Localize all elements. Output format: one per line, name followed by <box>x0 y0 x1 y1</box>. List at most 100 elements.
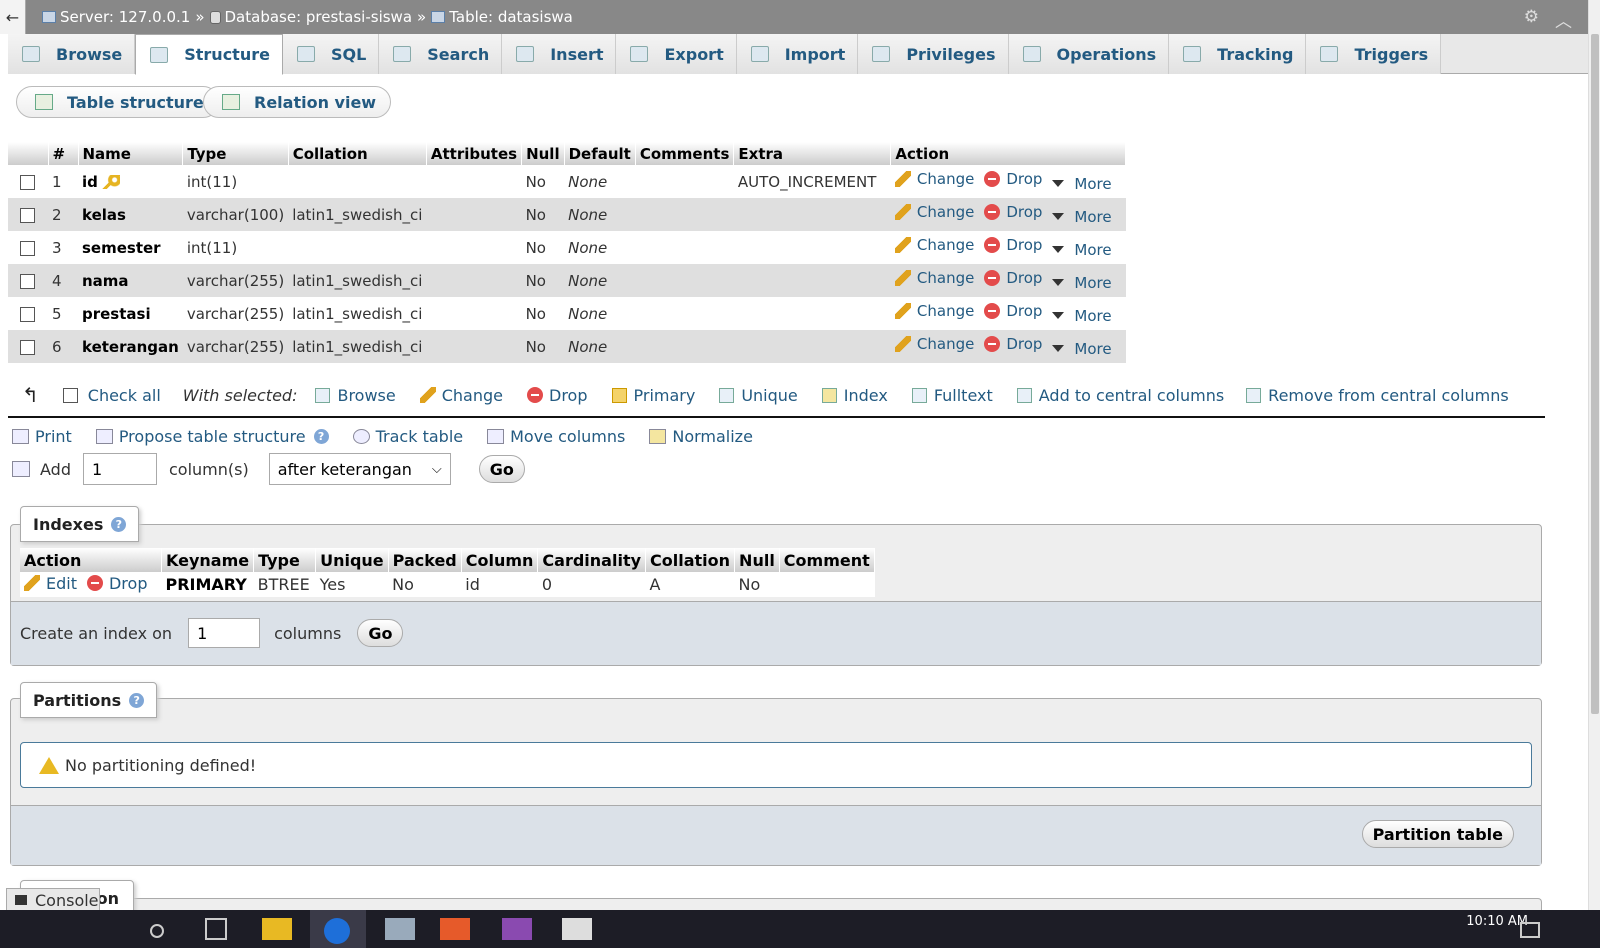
column-name[interactable]: nama <box>82 272 129 290</box>
taskbar-clock[interactable]: 10:10 AM <box>1466 914 1528 929</box>
index-drop-button[interactable]: Drop <box>86 574 147 593</box>
tab-sql[interactable]: SQL <box>282 34 380 74</box>
tab-operations[interactable]: Operations <box>1008 34 1170 74</box>
task-view-icon[interactable] <box>205 918 227 940</box>
propose-structure-link[interactable]: Propose table structure? <box>95 427 329 446</box>
ws-fulltext-button[interactable]: Fulltext <box>911 386 993 405</box>
move-columns-link[interactable]: Move columns <box>487 427 625 446</box>
help-icon[interactable]: ? <box>313 428 329 444</box>
more-dropdown[interactable]: More <box>1052 241 1112 259</box>
normalize-link[interactable]: Normalize <box>649 427 753 446</box>
tab-import[interactable]: Import <box>736 34 859 74</box>
ws-drop-button[interactable]: Drop <box>527 386 588 405</box>
action-label: Change <box>916 203 975 222</box>
add-column-go-button[interactable]: Go <box>478 455 525 483</box>
drop-button[interactable]: Drop <box>984 236 1042 254</box>
tab-structure[interactable]: Structure <box>135 34 283 75</box>
row-checkbox[interactable] <box>20 306 35 322</box>
help-icon[interactable]: ? <box>111 516 127 532</box>
add-column-count-input[interactable]: 1 <box>82 453 157 485</box>
gear-icon[interactable]: ⚙ <box>1524 7 1539 32</box>
ws-label: Primary <box>633 385 696 405</box>
breadcrumb-table[interactable]: Table: datasiswa <box>449 8 573 26</box>
header-collation: Collation <box>288 142 427 165</box>
taskbar-active-app[interactable] <box>310 910 366 948</box>
drop-button[interactable]: Drop <box>984 170 1042 188</box>
editor-icon[interactable] <box>502 918 532 940</box>
tab-export[interactable]: Export <box>616 34 737 74</box>
tab-search[interactable]: Search <box>379 34 503 74</box>
breadcrumb-server[interactable]: Server: 127.0.0.1 <box>60 8 190 26</box>
more-dropdown[interactable]: More <box>1052 307 1112 325</box>
header-num: # <box>48 142 79 165</box>
more-dropdown[interactable]: More <box>1052 175 1112 193</box>
header-name[interactable]: Name <box>78 142 184 165</box>
row-checkbox[interactable] <box>20 273 35 289</box>
change-button[interactable]: Change <box>894 236 974 254</box>
more-dropdown[interactable]: More <box>1052 340 1112 358</box>
help-icon[interactable]: ? <box>129 692 145 708</box>
index-edit-button[interactable]: Edit <box>24 574 77 593</box>
tab-triggers[interactable]: Triggers <box>1306 34 1442 74</box>
row-num: 2 <box>48 198 78 231</box>
ws-browse-button[interactable]: Browse <box>315 386 396 405</box>
column-name[interactable]: prestasi <box>82 305 151 323</box>
tab-tracking[interactable]: Tracking <box>1169 34 1307 74</box>
table-icon <box>431 11 446 23</box>
tab-browse[interactable]: Browse <box>8 34 136 74</box>
ws-unique-button[interactable]: Unique <box>719 386 798 405</box>
search-icon[interactable] <box>150 924 164 938</box>
table-row: 5 prestasi varchar(255) latin1_swedish_ci No… <box>8 297 1126 330</box>
track-table-link[interactable]: Track table <box>352 427 463 446</box>
drop-button[interactable]: Drop <box>984 203 1042 221</box>
drop-button[interactable]: Drop <box>984 302 1042 320</box>
row-checkbox[interactable] <box>20 240 35 256</box>
notepad-icon[interactable] <box>562 918 592 940</box>
ws-add-central-button[interactable]: Add to central columns <box>1016 386 1224 405</box>
check-all-checkbox[interactable] <box>62 387 78 403</box>
column-name[interactable]: kelas <box>82 206 126 224</box>
collapse-arrow-icon[interactable]: ← <box>0 0 26 34</box>
drop-button[interactable]: Drop <box>984 269 1042 287</box>
column-name[interactable]: semester <box>82 239 161 257</box>
ws-remove-central-button[interactable]: Remove from central columns <box>1246 386 1509 405</box>
row-checkbox-cell <box>8 231 48 264</box>
change-button[interactable]: Change <box>894 269 974 287</box>
drop-button[interactable]: Drop <box>984 335 1042 353</box>
app-icon[interactable] <box>385 918 415 940</box>
column-name[interactable]: keterangan <box>82 338 179 356</box>
more-dropdown[interactable]: More <box>1052 208 1112 226</box>
file-explorer-icon[interactable] <box>262 918 292 940</box>
subtab-table-structure[interactable]: Table structure <box>16 86 219 118</box>
change-button[interactable]: Change <box>894 302 974 320</box>
xampp-icon[interactable] <box>440 918 470 940</box>
row-checkbox[interactable] <box>20 339 35 355</box>
collapse-up-icon[interactable]: ︿ <box>1555 7 1572 32</box>
row-checkbox[interactable] <box>20 207 35 223</box>
change-button[interactable]: Change <box>894 170 974 188</box>
check-all-label[interactable]: Check all <box>88 386 161 405</box>
more-dropdown[interactable]: More <box>1052 274 1112 292</box>
tab-privileges[interactable]: Privileges <box>858 34 1009 74</box>
tab-insert[interactable]: Insert <box>502 34 617 74</box>
ws-index-button[interactable]: Index <box>821 386 888 405</box>
ws-change-button[interactable]: Change <box>419 386 503 405</box>
change-button[interactable]: Change <box>894 203 975 222</box>
scrollbar-thumb[interactable] <box>1591 34 1599 714</box>
breadcrumb-database[interactable]: Database: prestasi-siswa <box>225 8 413 26</box>
print-link[interactable]: Print <box>12 427 72 446</box>
wand-icon <box>649 428 667 444</box>
console-toggle[interactable]: Console <box>6 888 100 912</box>
partition-table-button[interactable]: Partition table <box>1361 820 1514 848</box>
row-checkbox[interactable] <box>20 174 35 190</box>
vertical-scrollbar[interactable] <box>1588 0 1600 930</box>
create-index-go-button[interactable]: Go <box>357 619 404 647</box>
subtab-relation-view[interactable]: Relation view <box>203 86 392 118</box>
create-index-count-input[interactable]: 1 <box>188 618 261 648</box>
column-position-select[interactable]: after keterangan ⌵ <box>268 453 451 485</box>
notifications-icon[interactable] <box>1520 922 1540 938</box>
ws-primary-button[interactable]: Primary <box>611 385 696 405</box>
column-name[interactable]: id <box>82 173 98 191</box>
change-button[interactable]: Change <box>894 335 974 353</box>
chevron-down-icon <box>1052 213 1065 221</box>
